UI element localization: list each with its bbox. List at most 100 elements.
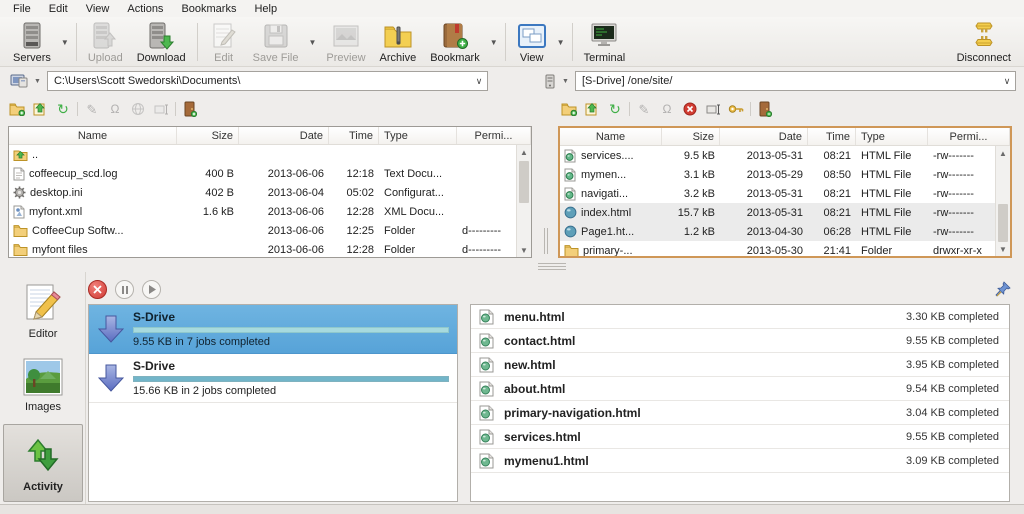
pause-transfer-button[interactable] xyxy=(115,280,134,299)
table-row[interactable]: .. xyxy=(9,145,516,164)
archive-button[interactable]: Archive xyxy=(373,19,424,65)
column-header-permi[interactable]: Permi... xyxy=(457,127,531,144)
panel-splitter-horizontal[interactable] xyxy=(538,263,566,270)
bottom-sidebar: EditorImagesActivity xyxy=(0,272,86,504)
local-path-combo-arrow[interactable]: ∨ xyxy=(471,76,487,87)
panel-splitter-vertical[interactable] xyxy=(544,228,549,254)
menu-item-file[interactable]: File xyxy=(4,2,40,16)
rename-icon[interactable] xyxy=(704,100,722,118)
transfer-job-row[interactable]: S-Drive15.66 KB in 2 jobs completed xyxy=(89,354,457,403)
permissions-key-icon[interactable] xyxy=(727,100,745,118)
column-header-size[interactable]: Size xyxy=(662,128,720,145)
set-encoding-icon[interactable]: Ω xyxy=(658,100,676,118)
preview-button[interactable]: Preview xyxy=(319,19,372,65)
scroll-down-icon[interactable]: ▼ xyxy=(517,243,531,257)
column-header-type[interactable]: Type xyxy=(856,128,928,145)
local-computer-icon[interactable] xyxy=(10,74,28,88)
column-header-name[interactable]: Name xyxy=(9,127,177,144)
menu-item-actions[interactable]: Actions xyxy=(118,2,172,16)
transfer-icon[interactable] xyxy=(583,100,601,118)
download-button[interactable]: Download xyxy=(130,19,193,65)
remote-path-combobox[interactable]: [S-Drive] /one/site/ ∨ xyxy=(575,71,1016,91)
set-encoding-icon[interactable]: Ω xyxy=(106,100,124,118)
scroll-up-icon[interactable]: ▲ xyxy=(517,145,531,159)
table-row[interactable]: index.html15.7 kB2013-05-3108:21HTML Fil… xyxy=(560,203,995,222)
resume-transfer-button[interactable] xyxy=(142,280,161,299)
transferred-file-row[interactable]: menu.html3.30 KB completed xyxy=(471,305,1009,329)
servers-button[interactable]: Servers xyxy=(6,19,58,65)
transfer-icon[interactable] xyxy=(31,100,49,118)
remote-drive-icon[interactable] xyxy=(544,74,556,89)
save-icon xyxy=(263,21,289,51)
activity-file-icon xyxy=(479,333,494,349)
save-file-button[interactable]: Save File xyxy=(246,19,306,65)
sidebar-item-images[interactable]: Images xyxy=(3,350,83,420)
menu-item-help[interactable]: Help xyxy=(245,2,286,16)
disconnect-button[interactable]: Disconnect xyxy=(950,19,1018,65)
edit-file-icon[interactable]: ✎ xyxy=(635,100,653,118)
column-header-type[interactable]: Type xyxy=(379,127,457,144)
table-row[interactable]: myfont files2013-06-0612:28Folderd------… xyxy=(9,240,516,257)
edit-file-icon[interactable]: ✎ xyxy=(83,100,101,118)
column-header-time[interactable]: Time xyxy=(808,128,856,145)
transferred-file-row[interactable]: mymenu1.html3.09 KB completed xyxy=(471,449,1009,473)
column-header-time[interactable]: Time xyxy=(329,127,379,144)
refresh-icon[interactable]: ↻ xyxy=(606,100,624,118)
remote-path-text: [S-Drive] /one/site/ xyxy=(582,75,672,87)
table-row[interactable]: coffeecup_scd.log400 B2013-06-0612:18Tex… xyxy=(9,164,516,183)
local-path-combobox[interactable]: C:\Users\Scott Swedorski\Documents\ ∨ xyxy=(47,71,488,91)
pin-panel-icon[interactable] xyxy=(995,281,1011,297)
new-folder-icon[interactable] xyxy=(8,100,26,118)
local-scrollbar[interactable]: ▲ ▼ xyxy=(516,145,531,257)
transferred-file-row[interactable]: about.html9.54 KB completed xyxy=(471,377,1009,401)
scroll-down-icon[interactable]: ▼ xyxy=(996,242,1010,256)
remote-path-combo-arrow[interactable]: ∨ xyxy=(999,76,1015,87)
scroll-up-icon[interactable]: ▲ xyxy=(996,146,1010,160)
remote-scrollbar[interactable]: ▲ ▼ xyxy=(995,146,1010,256)
bookmark-button[interactable]: Bookmark xyxy=(423,19,487,65)
refresh-icon[interactable]: ↻ xyxy=(54,100,72,118)
column-header-size[interactable]: Size xyxy=(177,127,239,144)
table-row[interactable]: primary-...2013-05-3021:41Folderdrwxr-xr… xyxy=(560,241,995,256)
menu-item-edit[interactable]: Edit xyxy=(40,2,77,16)
delete-icon[interactable] xyxy=(681,100,699,118)
table-row[interactable]: desktop.ini402 B2013-06-0405:02Configura… xyxy=(9,183,516,202)
table-row[interactable]: services....9.5 kB2013-05-3108:21HTML Fi… xyxy=(560,146,995,165)
rename-icon[interactable] xyxy=(152,100,170,118)
upload-button[interactable]: Upload xyxy=(81,19,130,65)
close-location-icon[interactable] xyxy=(756,100,774,118)
column-header-date[interactable]: Date xyxy=(239,127,329,144)
table-row[interactable]: mymen...3.1 kB2013-05-2908:50HTML File-r… xyxy=(560,165,995,184)
save-file-dropdown-arrow[interactable]: ▼ xyxy=(305,19,319,65)
column-header-permi[interactable]: Permi... xyxy=(928,128,1010,145)
transferred-file-row[interactable]: services.html9.55 KB completed xyxy=(471,425,1009,449)
terminal-button[interactable]: Terminal xyxy=(577,19,633,65)
table-row[interactable]: Page1.ht...1.2 kB2013-04-3006:28HTML Fil… xyxy=(560,222,995,241)
new-folder-icon[interactable] xyxy=(560,100,578,118)
view-dropdown-arrow[interactable]: ▼ xyxy=(554,19,568,65)
transfer-job-row[interactable]: S-Drive9.55 KB in 7 jobs completed xyxy=(89,305,457,354)
column-header-date[interactable]: Date xyxy=(720,128,808,145)
stop-transfer-button[interactable] xyxy=(88,280,107,299)
servers-dropdown-arrow[interactable]: ▼ xyxy=(58,19,72,65)
transferred-file-row[interactable]: new.html3.95 KB completed xyxy=(471,353,1009,377)
table-row[interactable]: myfont.xml1.6 kB2013-06-0612:28XML Docu.… xyxy=(9,202,516,221)
browse-icon[interactable] xyxy=(129,100,147,118)
transferred-file-row[interactable]: contact.html9.55 KB completed xyxy=(471,329,1009,353)
menu-item-bookmarks[interactable]: Bookmarks xyxy=(172,2,245,16)
local-scroll-thumb[interactable] xyxy=(519,161,529,203)
table-row[interactable]: navigati...3.2 kB2013-05-3108:21HTML Fil… xyxy=(560,184,995,203)
column-header-name[interactable]: Name xyxy=(560,128,662,145)
view-button[interactable]: View xyxy=(510,19,554,65)
table-row[interactable]: CoffeeCup Softw...2013-06-0612:25Folderd… xyxy=(9,221,516,240)
remote-scroll-thumb[interactable] xyxy=(998,204,1008,242)
bookmark-dropdown-arrow[interactable]: ▼ xyxy=(487,19,501,65)
menu-item-view[interactable]: View xyxy=(77,2,119,16)
sidebar-item-editor[interactable]: Editor xyxy=(3,276,83,346)
transferred-file-row[interactable]: primary-navigation.html3.04 KB completed xyxy=(471,401,1009,425)
sidebar-item-activity[interactable]: Activity xyxy=(3,424,83,502)
local-source-dropdown-arrow[interactable]: ▼ xyxy=(34,78,41,85)
edit-button[interactable]: Edit xyxy=(202,19,246,65)
remote-source-dropdown-arrow[interactable]: ▼ xyxy=(562,78,569,85)
open-location-icon[interactable] xyxy=(181,100,199,118)
